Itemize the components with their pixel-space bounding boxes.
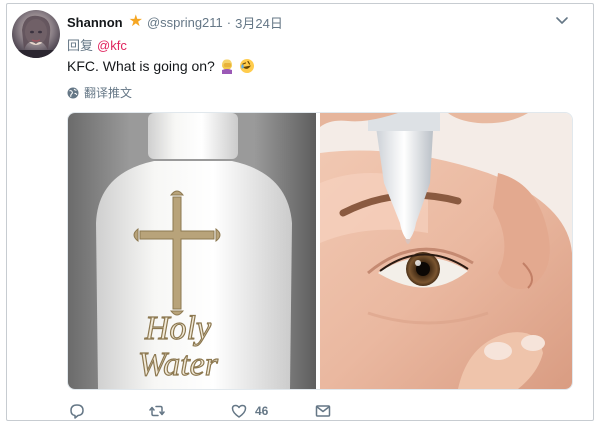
tweet-header: Shannon ★ @sspring211 · 3月24日: [67, 13, 283, 31]
like-button[interactable]: 46: [231, 403, 315, 419]
heart-icon: [231, 404, 247, 418]
globe-icon: [67, 87, 79, 98]
like-count: 46: [255, 404, 269, 418]
retweet-button[interactable]: [149, 403, 231, 419]
separator-dot: ·: [226, 14, 232, 30]
tweet-actions: 46: [69, 401, 331, 421]
eye-drops-image: [320, 113, 572, 389]
avatar-image: [18, 15, 54, 58]
author-name[interactable]: Shannon: [67, 15, 123, 30]
avatar[interactable]: [12, 10, 60, 58]
retweet-icon: [149, 405, 165, 417]
reply-mention-link[interactable]: @kfc: [97, 38, 127, 53]
reply-prefix: 回复: [67, 38, 94, 53]
reply-button[interactable]: [69, 403, 149, 419]
tweet-text-content: KFC. What is going on?: [67, 58, 215, 74]
reply-context: 回复 @kfc: [67, 35, 127, 54]
translate-link[interactable]: 翻译推文: [67, 84, 132, 101]
woman-facepalming-emoji: [221, 59, 232, 74]
reply-icon: [70, 404, 84, 419]
tweet-text: KFC. What is going on?: [67, 58, 255, 74]
media-divider: [316, 113, 320, 389]
direct-message-button[interactable]: [315, 403, 331, 419]
author-handle[interactable]: @sspring211: [147, 15, 223, 30]
holy-water-image: Holy Water: [68, 113, 316, 389]
tweet-date[interactable]: 3月24日: [235, 13, 283, 32]
tweet-media[interactable]: Holy Water: [67, 112, 573, 390]
tweet-card[interactable]: Shannon ★ @sspring211 · 3月24日 回复 @kfc KFC…: [6, 3, 594, 421]
envelope-icon: [315, 405, 331, 417]
bottle-label-line2: Water: [138, 346, 219, 383]
bottle-label-line1: Holy: [144, 310, 212, 347]
star-icon: ★: [128, 13, 143, 30]
translate-label: 翻译推文: [84, 86, 133, 100]
chevron-down-icon[interactable]: [555, 14, 569, 28]
bottle-cap: [148, 113, 238, 159]
rolling-on-floor-laughing-emoji: [239, 59, 254, 73]
